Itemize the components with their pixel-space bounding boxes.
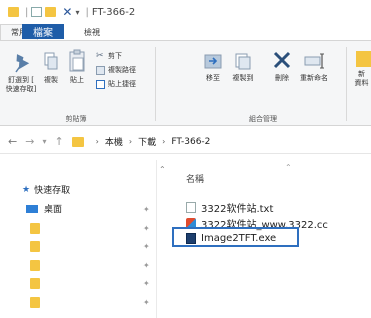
column-header-name[interactable]: 名稱 (186, 172, 204, 185)
ribbon-separator (155, 47, 156, 121)
tab-view[interactable]: 檢視 (74, 24, 110, 40)
properties-icon[interactable] (31, 7, 43, 17)
paste-icon (69, 49, 85, 72)
copy-to-label: 複製到 (232, 74, 254, 82)
text-file-icon (186, 202, 196, 213)
breadcrumb-chevron: › (95, 137, 99, 146)
folder-icon (30, 260, 40, 271)
pin-icon[interactable]: ✦ (143, 205, 150, 214)
folder-icon (30, 297, 40, 308)
new-folder-icon[interactable] (45, 7, 57, 17)
breadcrumb-chevron: › (162, 137, 166, 146)
pin-icon (15, 54, 30, 73)
pin-icon[interactable]: ✦ (143, 224, 150, 233)
folder-icon (30, 241, 40, 252)
cut-label: 剪下 (108, 52, 122, 60)
location-folder-icon (71, 136, 84, 147)
move-to-icon (204, 54, 222, 69)
address-bar: ← → ▾ ↑ › 本機 › 下載 › FT-366-2 (0, 130, 371, 154)
nav-folder[interactable] (30, 223, 40, 234)
star-icon: ★ (22, 184, 31, 195)
folder-icon (30, 278, 40, 289)
back-icon[interactable]: ← (8, 135, 17, 148)
nav-folder[interactable] (30, 260, 40, 271)
nav-folder[interactable] (30, 241, 40, 252)
clipboard-group: 釘選到 [ 快速存取] 複製 貼上 ✂ 剪下 複製路徑 貼上捷徑 剪貼簿 (0, 41, 152, 127)
move-to-button[interactable]: 移至 (200, 51, 226, 83)
pin-label-1: 釘選到 [ (8, 76, 34, 84)
delete-icon[interactable]: ✕ (62, 5, 72, 19)
nav-desktop[interactable]: 桌面 (26, 202, 62, 215)
pin-icon[interactable]: ✦ (143, 261, 150, 270)
ribbon-tabs: 檔案 常用 共用 檢視 (0, 24, 371, 40)
list-item[interactable]: 3322软件站.txt (186, 200, 273, 215)
ribbon: 釘選到 [ 快速存取] 複製 貼上 ✂ 剪下 複製路徑 貼上捷徑 剪貼簿 移至 … (0, 40, 371, 126)
organize-group: 移至 複製到 刪除 重新命名 組合管理 (158, 41, 348, 127)
pin-icon[interactable]: ✦ (143, 242, 150, 251)
copy-to-button[interactable]: 複製到 (230, 51, 256, 83)
breadcrumb-current-folder[interactable]: FT-366-2 (171, 137, 210, 147)
recent-locations-icon[interactable]: ▾ (42, 137, 46, 146)
scissors-icon: ✂ (96, 50, 104, 61)
tab-file[interactable]: 檔案 (22, 24, 64, 39)
navigation-pane: ★ 快速存取 桌面 ✦ ✦ ✦ ✦ ✦ ✦ (0, 160, 168, 318)
file-name: 3322软件站.txt (201, 204, 274, 215)
rename-icon (304, 53, 324, 69)
copy-path-icon (96, 65, 105, 75)
new-folder-button[interactable]: 新 資料 (352, 51, 371, 88)
folder-icon (8, 7, 19, 17)
nav-folder[interactable] (30, 297, 40, 308)
new-label-2: 資料 (354, 79, 369, 87)
paste-shortcut-button[interactable]: 貼上捷徑 (96, 79, 136, 89)
copy-label: 複製 (44, 76, 58, 84)
quick-access-label: 快速存取 (34, 186, 71, 196)
breadcrumb-downloads[interactable]: 下載 (138, 135, 156, 148)
copy-to-icon (235, 53, 251, 70)
delete-label: 刪除 (275, 74, 289, 82)
new-label-1: 新 (358, 70, 365, 78)
pin-icon[interactable]: ✦ (143, 279, 150, 288)
breadcrumb-chevron: › (128, 137, 133, 146)
delete-x-icon (273, 51, 291, 69)
sort-ascending-icon: ⌃ (285, 163, 292, 172)
scroll-up-icon[interactable]: ⌃ (159, 165, 166, 174)
desktop-label: 桌面 (44, 205, 63, 215)
folder-icon (30, 223, 40, 234)
title-separator: | (25, 6, 29, 18)
pin-label-2: 快速存取] (5, 85, 37, 93)
delete-button[interactable]: 刪除 (270, 49, 294, 83)
up-icon[interactable]: ↑ (54, 135, 63, 148)
nav-folder[interactable] (30, 278, 40, 289)
cut-button[interactable]: ✂ 剪下 (96, 51, 122, 61)
nav-quick-access[interactable]: ★ 快速存取 (22, 183, 71, 197)
new-folder-ribbon-icon (356, 51, 371, 67)
move-to-label: 移至 (206, 74, 220, 82)
pin-icon[interactable]: ✦ (143, 298, 150, 307)
copy-path-button[interactable]: 複製路徑 (96, 65, 136, 75)
title-separator-2: | (85, 6, 89, 18)
forward-icon[interactable]: → (25, 135, 34, 148)
paste-shortcut-icon (96, 79, 105, 89)
paste-label: 貼上 (70, 76, 84, 84)
paste-shortcut-label: 貼上捷徑 (108, 80, 136, 88)
title-bar: | ✕ ▾ | FT-366-2 (0, 0, 371, 24)
rename-label: 重新命名 (300, 74, 328, 82)
pin-quick-access-button[interactable]: 釘選到 [ 快速存取] (4, 51, 38, 94)
paste-button[interactable]: 貼上 (66, 49, 88, 85)
selected-file-highlight (172, 227, 299, 247)
organize-group-label: 組合管理 (249, 115, 277, 123)
rename-button[interactable]: 重新命名 (298, 51, 330, 83)
copy-icon (44, 52, 58, 70)
desktop-icon (26, 204, 38, 213)
copy-button[interactable]: 複製 (40, 51, 62, 85)
customize-toolbar-icon[interactable]: ▾ (75, 8, 79, 17)
ribbon-separator-2 (346, 47, 347, 121)
window-title: FT-366-2 (91, 6, 136, 18)
breadcrumb-this-pc[interactable]: 本機 (105, 135, 123, 148)
clipboard-group-label: 剪貼簿 (65, 115, 87, 123)
copy-path-label: 複製路徑 (108, 66, 136, 74)
nav-scrollbar[interactable]: ⌃ (156, 160, 168, 318)
